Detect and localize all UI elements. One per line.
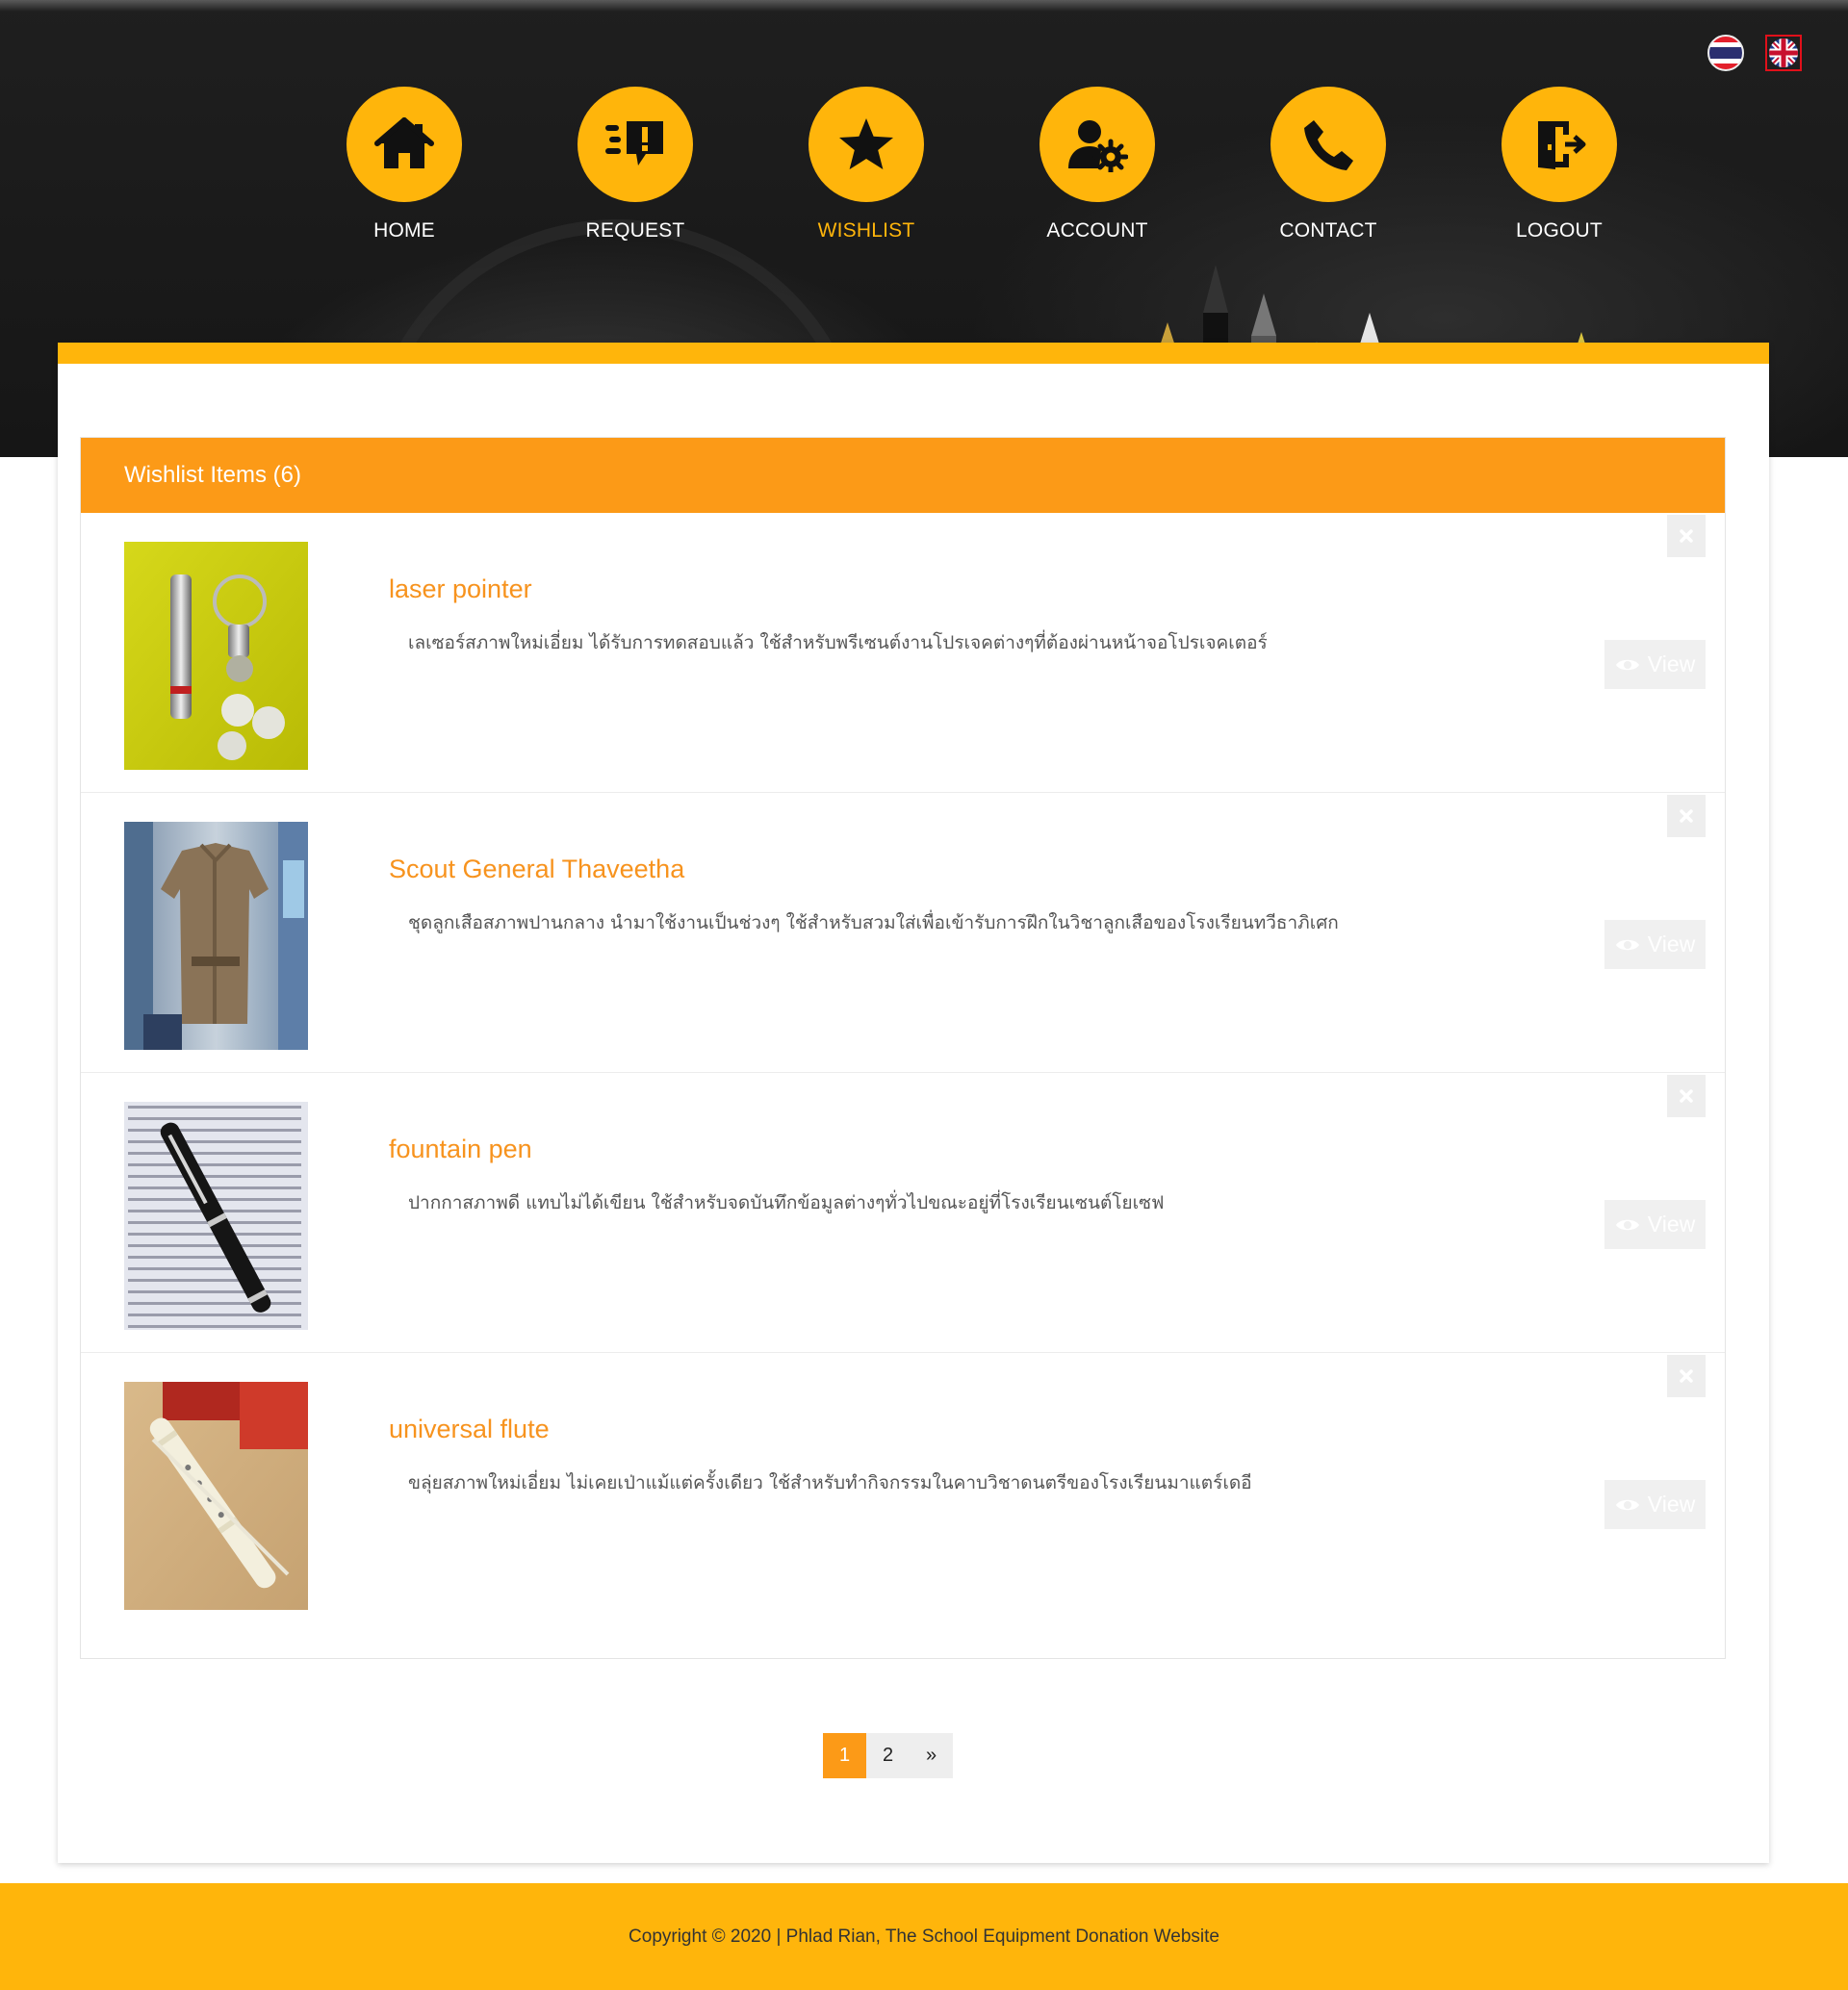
item-image-scout-uniform[interactable] [124,822,308,1050]
list-item: fountain pen ปากกาสภาพดี แทบไม่ได้เขียน … [81,1073,1725,1353]
account-button[interactable] [1040,87,1155,202]
item-image-laser-pointer[interactable] [124,542,308,770]
phone-icon [1304,120,1353,170]
nav-label-home: HOME [373,219,435,242]
request-icon [605,121,663,166]
thai-flag-icon[interactable] [1707,35,1744,71]
wishlist-panel: Wishlist Items (6) laser pointer เลเซอร์… [80,437,1726,1659]
view-label: View [1647,1212,1696,1237]
remove-button[interactable] [1667,1355,1706,1397]
wishlist-title: Wishlist Items (6) [124,462,302,488]
card-accent-bar [58,343,1769,364]
logout-icon [1538,121,1586,169]
next-page-link[interactable]: » [910,1733,953,1778]
remove-button[interactable] [1667,795,1706,837]
nav-item-logout[interactable]: LOGOUT [1444,87,1675,242]
nav-label-request: REQUEST [585,219,685,242]
view-label: View [1647,931,1696,957]
page-2-link[interactable]: 2 [866,1733,910,1778]
nav-label-account: ACCOUNT [1046,219,1148,242]
list-item: universal flute ขลุ่ยสภาพใหม่เอี่ยม ไม่เ… [81,1353,1725,1633]
language-switcher [1707,35,1802,71]
eye-icon [1615,1219,1639,1230]
item-description: ชุดลูกเสือสภาพปานกลาง นำมาใช้งานเป็นช่วง… [408,912,1339,933]
pagination: 1 2 » [823,1733,953,1778]
remove-button[interactable] [1667,515,1706,557]
main-nav: HOME REQUEST WISHLIST ACCOUNT CONTACT LO… [289,87,1675,242]
item-title[interactable]: fountain pen [389,1135,532,1164]
view-button[interactable]: View [1604,920,1706,969]
item-description: ปากกาสภาพดี แทบไม่ได้เขียน ใช้สำหรับจดบั… [408,1192,1165,1213]
wishlist-button[interactable] [808,87,924,202]
nav-label-logout: LOGOUT [1516,219,1603,242]
nav-item-request[interactable]: REQUEST [520,87,751,242]
nav-label-wishlist: WISHLIST [817,219,915,242]
eye-icon [1615,939,1639,950]
view-button[interactable]: View [1604,1480,1706,1529]
eye-icon [1615,1499,1639,1510]
item-description: ขลุ่ยสภาพใหม่เอี่ยม ไม่เคยเป่าแม้แต่ครั้… [408,1472,1252,1493]
nav-item-contact[interactable]: CONTACT [1213,87,1444,242]
copyright-text: Copyright © 2020 | Phlad Rian, The Schoo… [629,1926,1219,1947]
item-image-fountain-pen[interactable] [124,1102,308,1330]
view-label: View [1647,1492,1696,1517]
nav-label-contact: CONTACT [1279,219,1377,242]
view-button[interactable]: View [1604,1200,1706,1249]
logout-button[interactable] [1502,87,1617,202]
item-title[interactable]: Scout General Thaveetha [389,855,684,884]
close-icon [1680,809,1693,823]
eye-icon [1615,659,1639,670]
home-button[interactable] [346,87,462,202]
content-card: Wishlist Items (6) laser pointer เลเซอร์… [58,343,1769,1863]
wishlist-panel-header: Wishlist Items (6) [81,438,1725,513]
request-button[interactable] [578,87,693,202]
uk-flag-icon[interactable] [1765,35,1802,71]
item-title[interactable]: universal flute [389,1415,550,1444]
item-title[interactable]: laser pointer [389,574,532,604]
item-description: เลเซอร์สภาพใหม่เอี่ยม ได้รับการทดสอบแล้ว… [408,632,1268,653]
footer: Copyright © 2020 | Phlad Rian, The Schoo… [0,1883,1848,1990]
list-item: laser pointer เลเซอร์สภาพใหม่เอี่ยม ได้ร… [81,513,1725,793]
nav-item-wishlist[interactable]: WISHLIST [751,87,982,242]
nav-item-account[interactable]: ACCOUNT [982,87,1213,242]
remove-button[interactable] [1667,1075,1706,1117]
home-icon [374,117,434,168]
contact-button[interactable] [1270,87,1386,202]
close-icon [1680,1089,1693,1103]
item-image-flute[interactable] [124,1382,308,1610]
account-settings-icon [1068,120,1128,172]
view-label: View [1647,651,1696,676]
nav-item-home[interactable]: HOME [289,87,520,242]
page-1-link[interactable]: 1 [823,1733,866,1778]
list-item: Scout General Thaveetha ชุดลูกเสือสภาพปา… [81,793,1725,1073]
view-button[interactable]: View [1604,640,1706,689]
close-icon [1680,1369,1693,1383]
star-icon [839,118,893,169]
close-icon [1680,529,1693,543]
